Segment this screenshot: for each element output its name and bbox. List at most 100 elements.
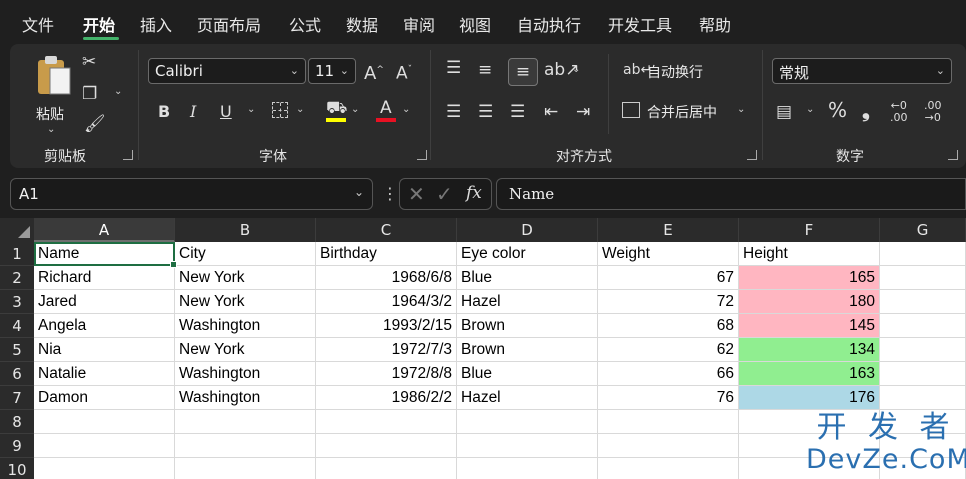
format-painter-icon[interactable]: 🖌	[84, 114, 106, 134]
table-cell[interactable]: 145	[739, 314, 880, 338]
row-header-4[interactable]: 4	[0, 314, 34, 338]
row-header-6[interactable]: 6	[0, 362, 34, 386]
enter-icon[interactable]: ✓	[436, 182, 453, 206]
table-cell[interactable]: Angela	[34, 314, 175, 338]
table-cell[interactable]: Blue	[457, 266, 598, 290]
table-cell[interactable]	[34, 434, 175, 458]
table-cell[interactable]: 1968/6/8	[316, 266, 457, 290]
fill-color-dropdown-icon[interactable]: ⌄	[351, 104, 359, 115]
menu-page-layout[interactable]: 页面布局	[197, 12, 261, 36]
table-cell[interactable]: 134	[739, 338, 880, 362]
percent-button[interactable]: %	[828, 100, 847, 120]
table-cell[interactable]	[880, 386, 966, 410]
table-cell[interactable]: 1964/3/2	[316, 290, 457, 314]
merge-center-icon[interactable]	[622, 102, 640, 118]
merge-center-button[interactable]: 合并后居中	[647, 102, 717, 122]
align-middle-icon[interactable]: ≡	[478, 60, 492, 80]
table-cell[interactable]: 72	[598, 290, 739, 314]
header-cell[interactable]: Weight	[598, 242, 739, 266]
shrink-font-icon[interactable]: Aˇ	[396, 60, 412, 84]
menu-automate[interactable]: 自动执行	[517, 12, 581, 36]
increase-indent-icon[interactable]: ⇥	[576, 102, 590, 122]
decrease-indent-icon[interactable]: ⇤	[544, 102, 558, 122]
table-cell[interactable]: 1972/8/8	[316, 362, 457, 386]
table-cell[interactable]: 1993/2/15	[316, 314, 457, 338]
table-cell[interactable]	[175, 434, 316, 458]
table-cell[interactable]: Natalie	[34, 362, 175, 386]
increase-decimal-icon[interactable]: ←0.00	[890, 100, 908, 124]
table-cell[interactable]: 176	[739, 386, 880, 410]
column-header-g[interactable]: G	[880, 218, 966, 242]
menu-developer[interactable]: 开发工具	[608, 12, 672, 36]
table-cell[interactable]	[598, 458, 739, 479]
table-cell[interactable]: 76	[598, 386, 739, 410]
table-cell[interactable]: Hazel	[457, 386, 598, 410]
row-header-7[interactable]: 7	[0, 386, 34, 410]
table-cell[interactable]: Washington	[175, 386, 316, 410]
paste-dropdown-icon[interactable]: ⌄	[47, 124, 55, 135]
accounting-format-icon[interactable]: ▤	[776, 102, 792, 122]
column-header-e[interactable]: E	[598, 218, 739, 242]
table-cell[interactable]: 1986/2/2	[316, 386, 457, 410]
column-header-b[interactable]: B	[175, 218, 316, 242]
row-header-2[interactable]: 2	[0, 266, 34, 290]
accounting-dropdown-icon[interactable]: ⌄	[806, 104, 814, 115]
table-cell[interactable]: Blue	[457, 362, 598, 386]
table-cell[interactable]: 163	[739, 362, 880, 386]
alignment-launcher-icon[interactable]	[747, 150, 757, 160]
table-cell[interactable]	[316, 458, 457, 479]
table-cell[interactable]: Brown	[457, 314, 598, 338]
table-cell[interactable]	[880, 362, 966, 386]
grow-font-icon[interactable]: A^	[364, 60, 384, 84]
column-header-f[interactable]: F	[739, 218, 880, 242]
clipboard-launcher-icon[interactable]	[123, 150, 133, 160]
table-cell[interactable]	[34, 458, 175, 479]
table-cell[interactable]: Brown	[457, 338, 598, 362]
table-cell[interactable]: Damon	[34, 386, 175, 410]
font-color-icon[interactable]: A	[380, 98, 392, 118]
font-size-select[interactable]: 11 ⌄	[308, 58, 356, 84]
align-left-icon[interactable]: ☰	[446, 102, 461, 122]
cancel-icon[interactable]: ✕	[408, 182, 425, 206]
table-cell[interactable]	[598, 410, 739, 434]
row-header-8[interactable]: 8	[0, 410, 34, 434]
table-cell[interactable]: New York	[175, 290, 316, 314]
column-header-d[interactable]: D	[457, 218, 598, 242]
menu-review[interactable]: 审阅	[403, 12, 435, 36]
header-cell[interactable]: City	[175, 242, 316, 266]
table-cell[interactable]	[175, 458, 316, 479]
table-cell[interactable]: Hazel	[457, 290, 598, 314]
decrease-decimal-icon[interactable]: .00 →0	[924, 100, 942, 124]
formula-input[interactable]: Name	[496, 178, 966, 210]
select-all-button[interactable]	[0, 218, 34, 242]
row-header-3[interactable]: 3	[0, 290, 34, 314]
font-launcher-icon[interactable]	[417, 150, 427, 160]
copy-dropdown-icon[interactable]: ⌄	[114, 86, 122, 97]
menu-file[interactable]: 文件	[22, 12, 54, 36]
table-cell[interactable]	[457, 458, 598, 479]
table-cell[interactable]: 67	[598, 266, 739, 290]
menu-view[interactable]: 视图	[459, 12, 491, 36]
table-cell[interactable]	[175, 410, 316, 434]
table-cell[interactable]	[457, 410, 598, 434]
table-cell[interactable]	[880, 290, 966, 314]
comma-style-button[interactable]: ❟	[862, 100, 870, 120]
align-top-icon[interactable]: ☰	[446, 58, 461, 78]
insert-function-button[interactable]: fx	[466, 183, 482, 203]
orientation-dropdown-icon[interactable]: ⌄	[572, 64, 580, 75]
align-right-icon[interactable]: ☰	[510, 102, 525, 122]
table-cell[interactable]: Jared	[34, 290, 175, 314]
align-center-icon[interactable]: ☰	[478, 102, 493, 122]
header-cell[interactable]: Height	[739, 242, 880, 266]
column-header-a[interactable]: A	[34, 218, 175, 242]
table-cell[interactable]: Richard	[34, 266, 175, 290]
table-cell[interactable]: 62	[598, 338, 739, 362]
number-format-select[interactable]: 常规 ⌄	[772, 58, 952, 84]
table-cell[interactable]	[598, 434, 739, 458]
header-cell[interactable]: Birthday	[316, 242, 457, 266]
header-cell[interactable]	[880, 242, 966, 266]
column-header-c[interactable]: C	[316, 218, 457, 242]
table-cell[interactable]	[880, 314, 966, 338]
wrap-text-button[interactable]: 自动换行	[647, 62, 703, 82]
cut-icon[interactable]: ✂	[82, 52, 96, 72]
